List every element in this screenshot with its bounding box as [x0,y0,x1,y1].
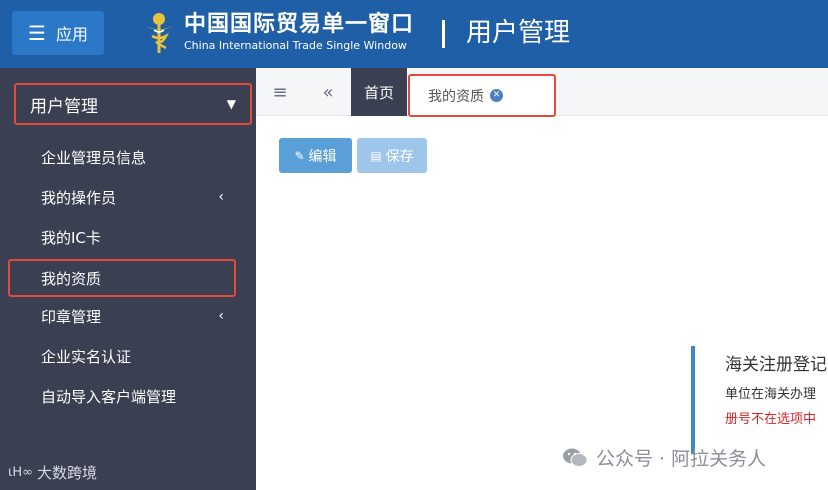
sidebar-item-label: 我的IC卡 [41,228,101,247]
chevron-left-icon: ‹ [218,189,224,205]
wechat-icon [563,448,588,467]
tab-label: 我的资质 [428,88,484,105]
brand-block: 中国国际贸易单一窗口 China International Trade Sin… [184,12,414,54]
notice-title: 海关注册登记 [725,355,827,375]
menu-toggle-icon[interactable]: ≡ [256,68,304,116]
notice-text: 单位在海关办理 [725,387,817,402]
watermark-logo-icon: ιᕼ∞ [8,465,34,480]
sidebar-item-label: 企业实名认证 [41,347,132,366]
sidebar-item-real-name-auth[interactable]: 企业实名认证 [8,337,236,375]
sidebar-item-label: 我的资质 [41,269,102,288]
watermark-left-text: 大数跨境 [37,464,98,482]
sidebar-item-seal-management[interactable]: 印章管理 ‹ [8,297,236,335]
brand-name-en: China International Trade Single Window [184,39,407,52]
edit-button[interactable]: ✎ 编辑 [279,138,352,173]
sidebar-section-label: 用户管理 [30,96,98,117]
customs-emblem-icon [146,13,172,53]
sidebar-item-admin-info[interactable]: 企业管理员信息 [8,138,236,176]
save-button[interactable]: ▤ 保存 [357,138,427,173]
sidebar-item-label: 印章管理 [41,307,102,326]
sidebar: 用户管理 ▼ 企业管理员信息 我的操作员 ‹ 我的IC卡 我的资质 印章管理 ‹… [0,68,256,490]
app-button-label: 应用 [55,25,88,44]
close-icon[interactable]: ✕ [490,89,503,102]
sidebar-item-label: 我的操作员 [41,188,117,207]
top-header: ☰ 应用 中国国际贸易单一窗口 China International Trad… [0,0,828,68]
watermark-right: 公众号 · 阿拉关务人 [562,444,766,471]
watermark-left: ιᕼ∞ 大数跨境 [8,462,97,483]
sidebar-item-my-qualifications[interactable]: 我的资质 [8,259,236,297]
hamburger-icon: ☰ [28,21,46,45]
header-divider [442,20,445,48]
sidebar-item-label: 企业管理员信息 [41,148,147,167]
sidebar-item-my-operators[interactable]: 我的操作员 ‹ [8,178,236,216]
sidebar-section-user-management[interactable]: 用户管理 ▼ [14,83,252,125]
notice-panel: 海关注册登记 单位在海关办理 册号不在选项中 [691,346,828,454]
notice-warning-text: 册号不在选项中 [725,412,817,427]
sidebar-item-auto-import-client[interactable]: 自动导入客户端管理 [8,377,236,415]
tab-home[interactable]: 首页 [351,68,407,116]
sidebar-item-my-ic-card[interactable]: 我的IC卡 [8,218,236,256]
save-button-label: 保存 [385,148,414,165]
page-title: 用户管理 [466,18,571,48]
sidebar-item-label: 自动导入客户端管理 [41,387,177,406]
app-menu-button[interactable]: ☰ 应用 [12,11,104,55]
brand-name-cn: 中国国际贸易单一窗口 [184,12,415,37]
edit-button-label: 编辑 [308,148,337,165]
watermark-right-text: 公众号 · 阿拉关务人 [596,448,767,470]
tab-my-qualifications[interactable]: 我的资质 ✕ [408,74,556,117]
edit-icon: ✎ [294,148,305,163]
chevron-left-icon: ‹ [218,308,224,324]
save-icon: ▤ [370,148,382,163]
chevron-down-icon: ▼ [226,97,236,111]
double-chevron-left-icon[interactable]: « [304,68,352,116]
